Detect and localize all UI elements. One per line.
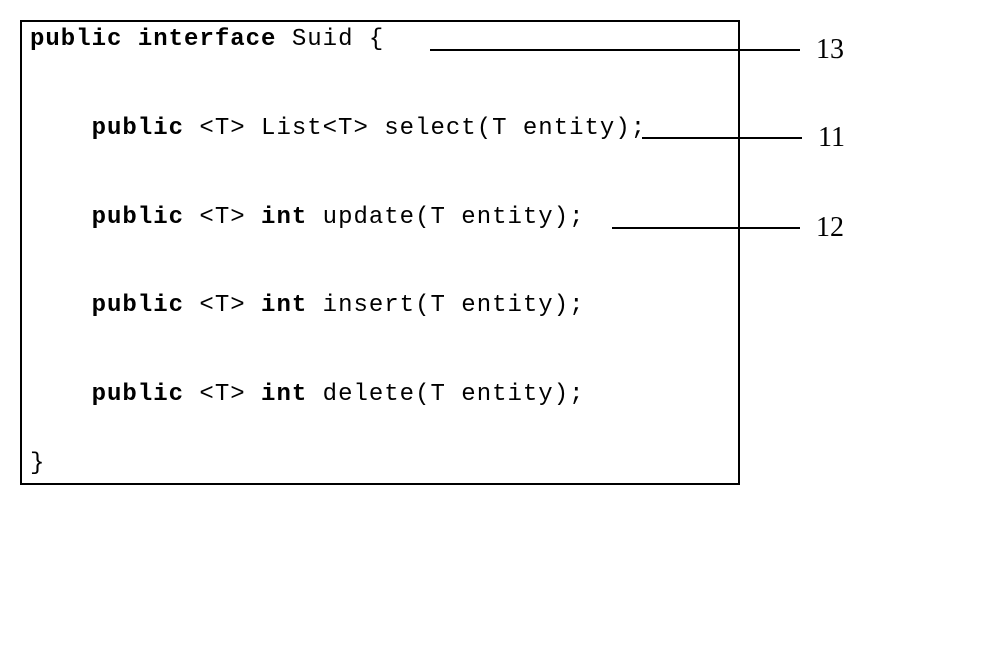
method-call: select(T entity); (369, 115, 646, 142)
callout-13: 13 (430, 34, 844, 66)
code-box: public interface Suid { public <T> List<… (20, 20, 740, 485)
keyword-public: public (92, 292, 184, 319)
code-line-delete: public <T> int delete(T entity); (30, 381, 730, 410)
keyword-public: public (30, 26, 122, 53)
code-line-insert: public <T> int insert(T entity); (30, 292, 730, 321)
keyword-int: int (261, 204, 307, 231)
return-type: List<T> (261, 115, 369, 142)
method-call: delete(T entity); (307, 381, 584, 408)
callout-label: 13 (816, 34, 844, 66)
keyword-public: public (92, 115, 184, 142)
callout-label: 12 (816, 212, 844, 244)
open-brace: { (353, 26, 384, 53)
method-call: update(T entity); (307, 204, 584, 231)
callout-11: 11 (642, 122, 845, 154)
blank-line (30, 321, 730, 381)
keyword-public: public (92, 204, 184, 231)
keyword-int: int (261, 381, 307, 408)
keyword-interface: interface (138, 26, 277, 53)
blank-line (30, 144, 730, 204)
diagram: public interface Suid { public <T> List<… (20, 20, 980, 640)
method-call: insert(T entity); (307, 292, 584, 319)
code-close-brace: } (30, 450, 730, 479)
callout-line-icon (612, 227, 800, 229)
code-line-select: public <T> List<T> select(T entity); (30, 115, 730, 144)
keyword-public: public (92, 381, 184, 408)
blank-line (30, 410, 730, 450)
callout-label: 11 (818, 122, 845, 154)
type-name: Suid (292, 26, 354, 53)
callout-12: 12 (612, 212, 844, 244)
callout-line-icon (430, 49, 800, 51)
callout-line-icon (642, 137, 802, 139)
keyword-int: int (261, 292, 307, 319)
